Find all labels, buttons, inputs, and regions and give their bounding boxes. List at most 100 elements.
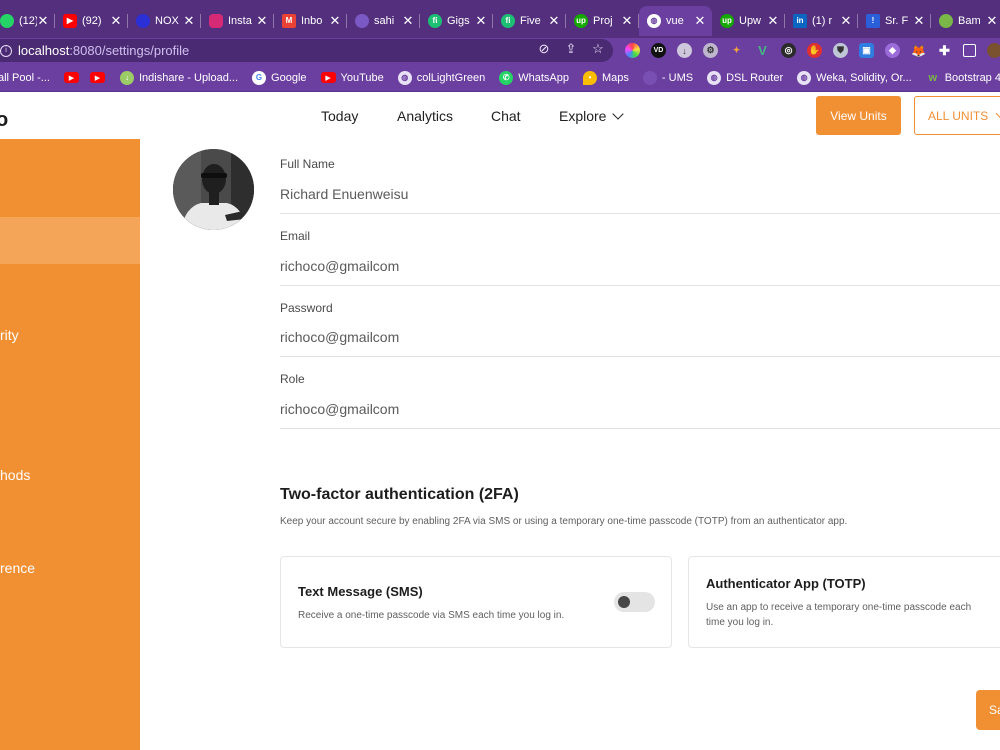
download-icon: ↓ <box>119 70 134 85</box>
extension-icon[interactable]: ◆ <box>885 43 900 58</box>
close-tab-icon[interactable]: ✕ <box>548 13 560 29</box>
close-tab-icon[interactable]: ✕ <box>986 13 998 29</box>
full-name-field[interactable]: Richard Enuenweisu <box>280 186 408 202</box>
bookmark-label: all Pool -... <box>0 71 50 84</box>
view-units-button[interactable]: View Units <box>816 96 901 135</box>
gmail-icon: M <box>282 13 296 28</box>
browser-tab-active[interactable]: ◍ vue ✕ <box>639 5 712 36</box>
bookmark-label: Weka, Solidity, Or... <box>816 71 912 84</box>
ums-icon <box>642 70 657 85</box>
browser-tab[interactable]: ! Sr. F ✕ <box>858 6 931 36</box>
browser-tab[interactable]: ▶ (92) ✕ <box>55 6 128 36</box>
bookmark-item[interactable]: ▶ YouTube <box>320 71 384 84</box>
vd-extension-icon[interactable]: VD <box>651 43 666 58</box>
close-tab-icon[interactable]: ✕ <box>256 13 268 29</box>
bookmark-label: DSL Router <box>726 71 784 84</box>
close-tab-icon[interactable]: ✕ <box>840 13 852 29</box>
sms-2fa-toggle[interactable] <box>614 592 655 612</box>
bookmark-label: Google <box>271 71 307 84</box>
password-field[interactable]: richoco@gmailcom <box>280 329 399 345</box>
url-input[interactable]: i localhost:8080/settings/profile ⊘ ⇪ ☆ <box>0 39 613 62</box>
close-tab-icon[interactable]: ✕ <box>913 13 925 29</box>
share-icon[interactable]: ⇪ <box>564 41 578 56</box>
bookmark-star-icon[interactable]: ☆ <box>591 41 605 56</box>
bookmark-item[interactable]: ▶ <box>63 72 84 83</box>
close-tab-icon[interactable]: ✕ <box>329 13 341 29</box>
shield-icon[interactable]: ⛊ <box>833 43 848 58</box>
close-tab-icon[interactable]: ✕ <box>183 13 195 29</box>
chevron-down-icon <box>995 108 1000 119</box>
browser-tab[interactable]: fi Gigs ✕ <box>420 6 493 36</box>
sidebar-item-profile-active[interactable] <box>0 217 140 264</box>
bootstrap-icon: w <box>928 71 937 84</box>
close-tab-icon[interactable]: ✕ <box>767 13 779 29</box>
colorpicker-extension-icon[interactable] <box>625 43 640 58</box>
bookmark-item[interactable]: w Bootstrap 4 Grid <box>926 71 1000 85</box>
nav-analytics[interactable]: Analytics <box>397 108 453 124</box>
close-tab-icon[interactable]: ✕ <box>37 13 49 29</box>
browser-tab[interactable]: up Proj ✕ <box>566 6 639 36</box>
profile-avatar-icon[interactable] <box>987 43 1000 58</box>
tab-title: Five <box>520 14 541 27</box>
sidebar-item-payment-methods[interactable]: hods <box>0 467 30 483</box>
browser-tab[interactable]: sahi ✕ <box>347 6 420 36</box>
bookmark-label: YouTube <box>340 71 384 84</box>
bookmark-item[interactable]: all Pool -... <box>0 72 50 84</box>
bookmark-item[interactable]: - UMS <box>642 70 693 85</box>
bookmark-item[interactable]: ◍ Weka, Solidity, Or... <box>797 70 912 85</box>
bookmark-item[interactable]: ◍ DSL Router <box>707 70 784 85</box>
all-units-dropdown[interactable]: ALL UNITS <box>914 96 1000 135</box>
browser-tab[interactable]: M Inbo ✕ <box>274 6 347 36</box>
extension-icon[interactable]: ↓ <box>677 43 692 58</box>
browser-tab[interactable]: NOX ✕ <box>128 6 201 36</box>
nav-chat[interactable]: Chat <box>491 108 521 124</box>
close-tab-icon[interactable]: ✕ <box>621 13 633 29</box>
browser-tab[interactable]: fi Five ✕ <box>493 6 566 36</box>
browser-tab[interactable]: (12) ✕ <box>0 6 55 36</box>
close-tab-icon[interactable]: ✕ <box>475 13 487 29</box>
role-field[interactable]: richoco@gmailcom <box>280 401 399 417</box>
email-field[interactable]: richoco@gmailcom <box>280 258 399 274</box>
nav-today[interactable]: Today <box>321 108 358 124</box>
metamask-icon[interactable]: 🦊 <box>911 43 926 58</box>
site-info-icon[interactable]: i <box>0 44 12 57</box>
bookmark-item[interactable]: ✆ WhatsApp <box>499 70 569 85</box>
extension-icon[interactable]: ◎ <box>781 43 796 58</box>
bookmark-item[interactable]: • Maps <box>583 70 629 85</box>
upwork-icon: up <box>720 13 734 28</box>
permissions-icon[interactable]: ⊘ <box>537 41 551 56</box>
upwork-icon: up <box>574 13 588 28</box>
sidebar-item-security[interactable]: rity <box>0 327 19 343</box>
close-tab-icon[interactable]: ✕ <box>402 13 414 29</box>
avatar[interactable] <box>173 149 254 230</box>
extension-icon[interactable]: ▣ <box>859 43 874 58</box>
browser-tab[interactable]: Bam ✕ <box>931 6 1000 36</box>
save-button[interactable]: Sa <box>976 690 1000 730</box>
browser-tab[interactable]: up Upw ✕ <box>712 6 785 36</box>
browser-tab[interactable]: Insta ✕ <box>201 6 274 36</box>
extensions-puzzle-icon[interactable]: ✚ <box>937 43 952 58</box>
adblock-icon[interactable]: ✋ <box>807 43 822 58</box>
sms-2fa-title: Text Message (SMS) <box>298 584 423 599</box>
vue-devtools-icon[interactable]: V <box>755 43 770 58</box>
extension-icon[interactable]: ✦ <box>729 43 744 58</box>
close-tab-icon[interactable]: ✕ <box>110 13 122 29</box>
two-factor-title: Two-factor authentication (2FA) <box>280 486 519 503</box>
app-logo[interactable]: o <box>0 109 8 132</box>
bookmark-item[interactable]: ▶ <box>89 72 110 83</box>
bookmark-label: Indishare - Upload... <box>138 71 239 84</box>
role-label: Role <box>280 372 305 386</box>
close-tab-icon[interactable]: ✕ <box>694 13 706 29</box>
side-panel-icon[interactable] <box>963 44 976 57</box>
bookmark-item[interactable]: ↓ Indishare - Upload... <box>119 70 239 85</box>
bookmark-item[interactable]: ◍ colLightGreen <box>397 70 485 85</box>
bookmark-item[interactable]: G Google <box>252 70 307 85</box>
nav-explore[interactable]: Explore <box>559 108 625 124</box>
totp-2fa-title: Authenticator App (TOTP) <box>706 576 866 591</box>
avatar-photo <box>173 149 254 230</box>
sidebar-item-preference[interactable]: rence <box>0 560 35 576</box>
browser-tab[interactable]: in (1) r ✕ <box>785 6 858 36</box>
badge-icon <box>355 13 369 28</box>
extension-icon[interactable]: ⚙ <box>703 43 718 58</box>
youtube-icon: ▶ <box>63 72 79 83</box>
